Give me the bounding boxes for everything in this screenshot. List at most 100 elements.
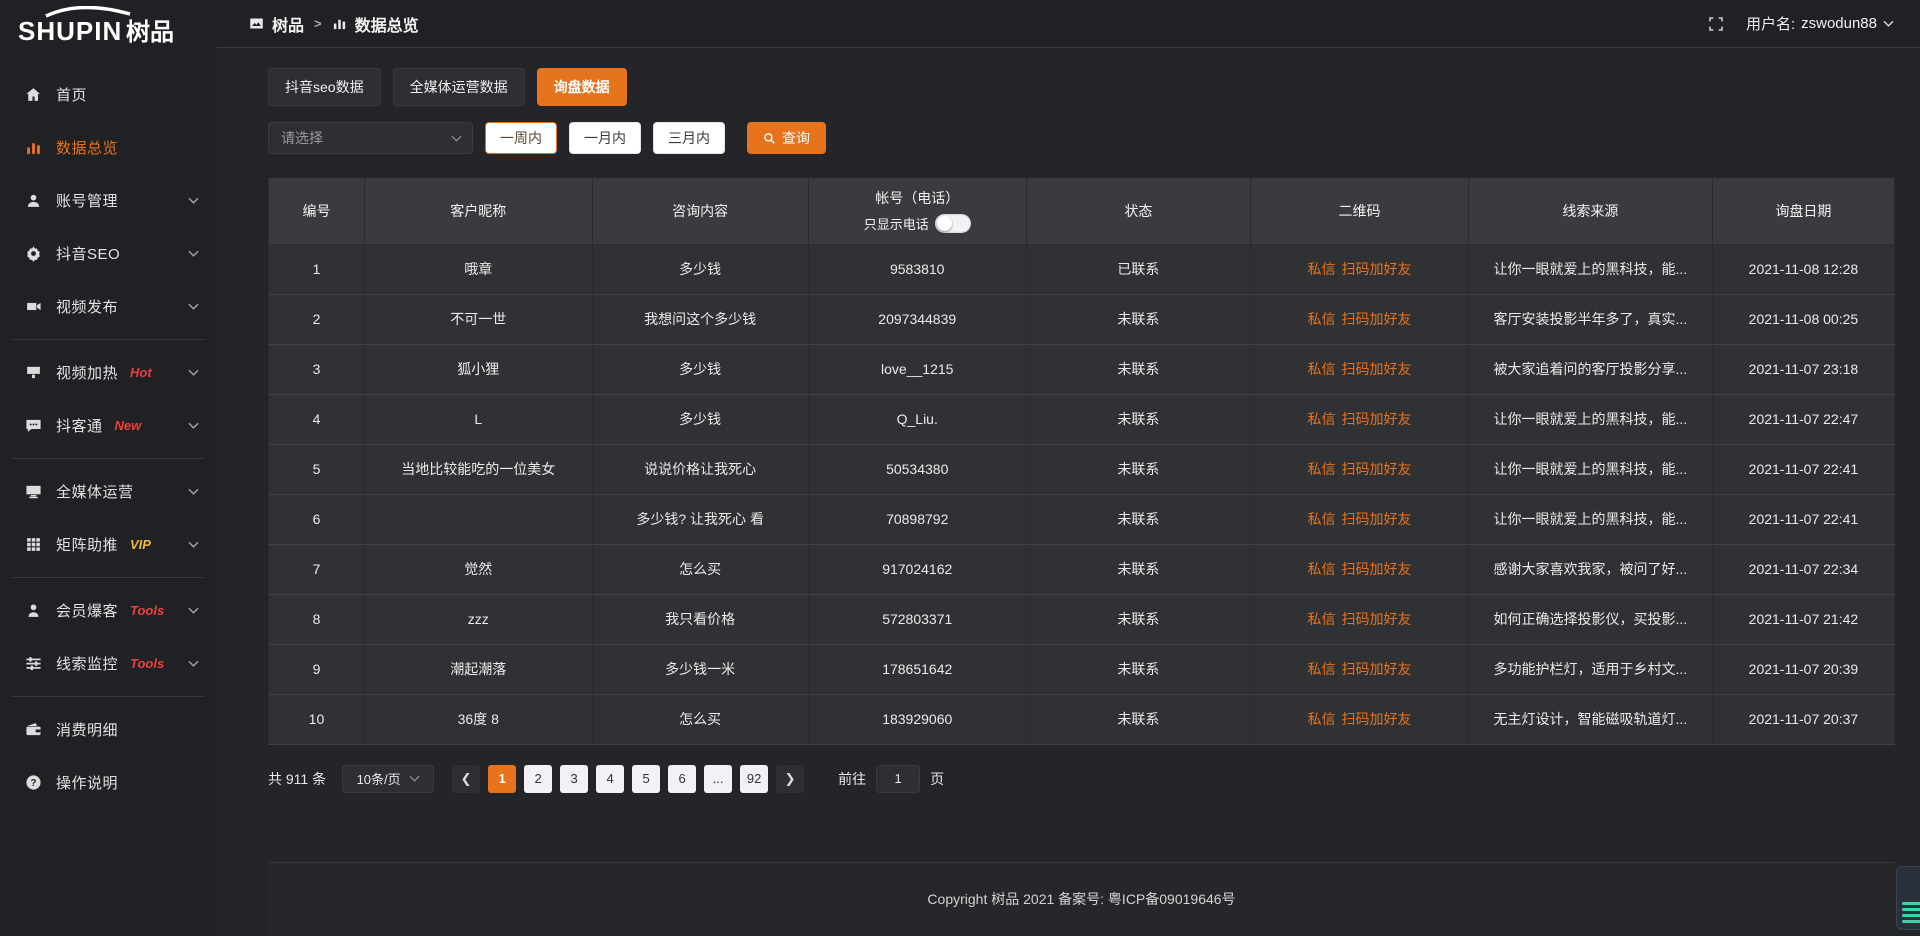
phone-only-toggle[interactable] (935, 214, 971, 233)
lead-source-link[interactable]: 多功能护栏灯，适用于乡村文... (1468, 644, 1712, 694)
per-page-select[interactable]: 10条/页 (342, 765, 434, 793)
private-msg-link[interactable]: 私信 (1307, 411, 1335, 427)
tools-badge: Tools (130, 603, 164, 618)
lead-source-link[interactable]: 让你一眼就爱上的黑科技，能... (1468, 494, 1712, 544)
page-button[interactable]: 4 (596, 765, 624, 793)
private-msg-link[interactable]: 私信 (1307, 311, 1335, 327)
scan-add-friend-link[interactable]: 扫码加好友 (1341, 711, 1411, 727)
private-msg-link[interactable]: 私信 (1307, 611, 1335, 627)
private-msg-link[interactable]: 私信 (1307, 511, 1335, 527)
lead-source-link[interactable]: 客厅安装投影半年多了，真实... (1468, 294, 1712, 344)
cell-no: 8 (269, 594, 365, 644)
tab-inquiry-data[interactable]: 询盘数据 (537, 68, 627, 106)
sidebar-item-data-overview[interactable]: 数据总览 (0, 121, 217, 174)
page-button[interactable]: 5 (632, 765, 660, 793)
floating-service-widget[interactable] (1896, 866, 1920, 930)
sidebar-item-home[interactable]: 首页 (0, 68, 217, 121)
goto-page-input[interactable] (876, 765, 920, 793)
user-menu[interactable]: 用户名: zswodun88 (1746, 13, 1894, 34)
copyright-text: Copyright 树品 2021 备案号: 粤ICP备09019646号 (927, 889, 1235, 936)
scan-add-friend-link[interactable]: 扫码加好友 (1341, 661, 1411, 677)
sidebar-item-douketong[interactable]: 抖客通 New (0, 399, 217, 452)
scan-add-friend-link[interactable]: 扫码加好友 (1341, 511, 1411, 527)
lead-source-link[interactable]: 被大家追着问的客厅投影分享... (1468, 344, 1712, 394)
cell-content: 怎么买 (592, 544, 808, 594)
scan-add-friend-link[interactable]: 扫码加好友 (1341, 411, 1411, 427)
sidebar-item-label: 抖音SEO (56, 243, 120, 264)
sidebar-item-account-mgmt[interactable]: 账号管理 (0, 174, 217, 227)
filter-select[interactable]: 请选择 (268, 122, 473, 154)
fullscreen-icon[interactable] (1708, 16, 1724, 32)
private-msg-link[interactable]: 私信 (1307, 661, 1335, 677)
search-button[interactable]: 查询 (747, 122, 826, 154)
scan-add-friend-link[interactable]: 扫码加好友 (1341, 361, 1411, 377)
sidebar-item-matrix-boost[interactable]: 矩阵助推 VIP (0, 518, 217, 571)
cell-account: 917024162 (808, 544, 1026, 594)
lead-source-link[interactable]: 如何正确选择投影仪，买投影... (1468, 594, 1712, 644)
sidebar-item-label: 线索监控 (56, 653, 118, 674)
sidebar-item-douyin-seo[interactable]: 抖音SEO (0, 227, 217, 280)
breadcrumb-item[interactable]: 数据总览 (355, 12, 419, 36)
lead-source-link[interactable]: 让你一眼就爱上的黑科技，能... (1468, 244, 1712, 294)
sidebar-item-help[interactable]: ? 操作说明 (0, 756, 217, 809)
sidebar-item-video-publish[interactable]: 视频发布 (0, 280, 217, 333)
sidebar-item-label: 会员爆客 (56, 600, 118, 621)
page-button[interactable]: 3 (560, 765, 588, 793)
range-month-button[interactable]: 一月内 (569, 122, 641, 154)
sidebar-divider (12, 339, 205, 340)
sidebar-item-label: 矩阵助推 (56, 534, 118, 555)
table-row: 9 潮起潮落 多少钱一米 178651642 未联系 私信扫码加好友 多功能护栏… (269, 644, 1895, 694)
scan-add-friend-link[interactable]: 扫码加好友 (1341, 311, 1411, 327)
table-row: 10 36度 8 怎么买 183929060 未联系 私信扫码加好友 无主灯设计… (269, 694, 1895, 744)
tab-all-media-data[interactable]: 全媒体运营数据 (393, 68, 525, 106)
cell-date: 2021-11-08 12:28 (1712, 244, 1894, 294)
next-page-button[interactable]: ❯ (776, 765, 804, 793)
chevron-down-icon (188, 299, 199, 315)
sidebar-item-label: 全媒体运营 (56, 481, 134, 502)
status-badge: 未联系 (1026, 344, 1250, 394)
col-qrcode: 二维码 (1251, 178, 1469, 244)
private-msg-link[interactable]: 私信 (1307, 361, 1335, 377)
private-msg-link[interactable]: 私信 (1307, 711, 1335, 727)
cell-no: 5 (269, 444, 365, 494)
svg-text:SHUPIN: SHUPIN (18, 16, 122, 46)
table-row: 6 多少钱? 让我死心 看 70898792 未联系 私信扫码加好友 让你一眼就… (269, 494, 1895, 544)
page-button[interactable]: 2 (524, 765, 552, 793)
lead-source-link[interactable]: 无主灯设计，智能磁吸轨道灯... (1468, 694, 1712, 744)
svg-text:树品: 树品 (126, 19, 174, 46)
bar-chart-icon (332, 16, 347, 31)
sidebar-item-video-heating[interactable]: 视频加热 Hot (0, 346, 217, 399)
cell-qrcode: 私信扫码加好友 (1251, 694, 1469, 744)
lead-source-link[interactable]: 让你一眼就爱上的黑科技，能... (1468, 394, 1712, 444)
cell-content: 我只看价格 (592, 594, 808, 644)
page-button[interactable]: 92 (740, 765, 768, 793)
tab-douyin-seo-data[interactable]: 抖音seo数据 (268, 68, 381, 106)
private-msg-link[interactable]: 私信 (1307, 561, 1335, 577)
range-quarter-button[interactable]: 三月内 (653, 122, 725, 154)
scan-add-friend-link[interactable]: 扫码加好友 (1341, 561, 1411, 577)
page-button[interactable]: 1 (488, 765, 516, 793)
scan-add-friend-link[interactable]: 扫码加好友 (1341, 261, 1411, 277)
sidebar-item-all-media[interactable]: 全媒体运营 (0, 465, 217, 518)
prev-page-button[interactable]: ❮ (452, 765, 480, 793)
table-row: 2 不可一世 我想问这个多少钱 2097344839 未联系 私信扫码加好友 客… (269, 294, 1895, 344)
range-week-button[interactable]: 一周内 (485, 122, 557, 154)
breadcrumb-item[interactable]: 树品 (272, 12, 304, 36)
scan-add-friend-link[interactable]: 扫码加好友 (1341, 611, 1411, 627)
sidebar-item-member-bursting[interactable]: 会员爆客 Tools (0, 584, 217, 637)
scan-add-friend-link[interactable]: 扫码加好友 (1341, 461, 1411, 477)
lead-source-link[interactable]: 感谢大家喜欢我家，被问了好... (1468, 544, 1712, 594)
status-badge: 已联系 (1026, 244, 1250, 294)
cell-no: 4 (269, 394, 365, 444)
sidebar-item-lead-monitor[interactable]: 线索监控 Tools (0, 637, 217, 690)
lead-source-link[interactable]: 让你一眼就爱上的黑科技，能... (1468, 444, 1712, 494)
status-badge: 未联系 (1026, 294, 1250, 344)
private-msg-link[interactable]: 私信 (1307, 461, 1335, 477)
page-button[interactable]: 6 (668, 765, 696, 793)
page-ellipsis-button[interactable]: ... (704, 765, 732, 793)
sidebar-item-spend-detail[interactable]: 消费明细 (0, 703, 217, 756)
private-msg-link[interactable]: 私信 (1307, 261, 1335, 277)
sidebar-item-label: 消费明细 (56, 719, 118, 740)
cell-no: 6 (269, 494, 365, 544)
cell-content: 我想问这个多少钱 (592, 294, 808, 344)
